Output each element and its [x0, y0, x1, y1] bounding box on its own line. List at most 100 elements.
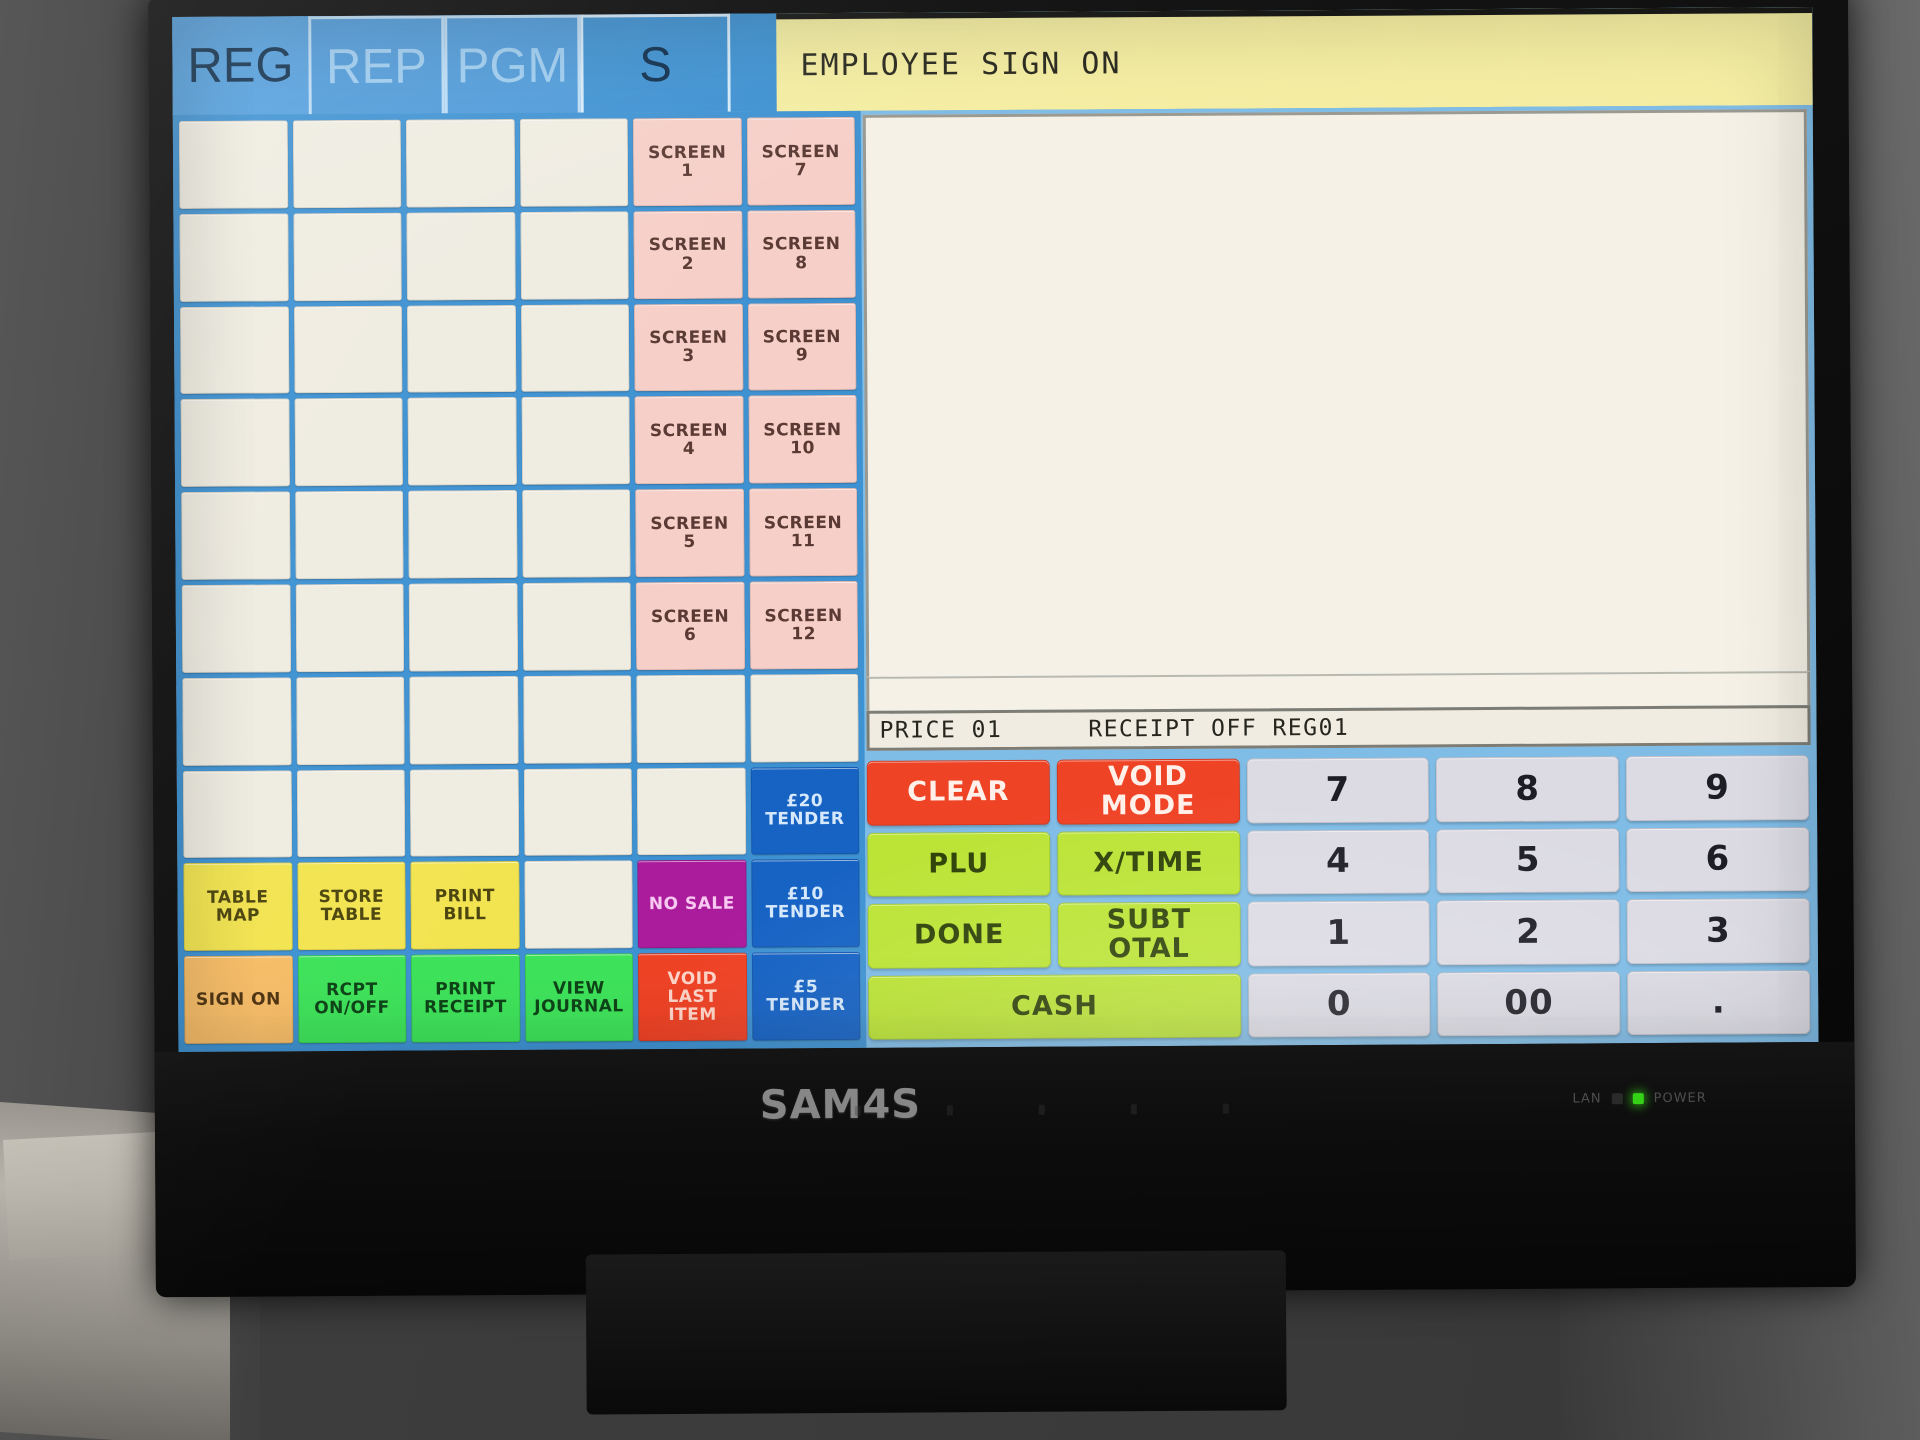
- menu-key-empty[interactable]: [523, 767, 633, 857]
- keypad-key-00[interactable]: 00: [1437, 970, 1621, 1037]
- keypad-key-void-mode-line-0: VOID: [1107, 760, 1189, 792]
- mode-tab-pgm[interactable]: PGM: [444, 14, 581, 114]
- mode-tab-s[interactable]: S: [580, 13, 731, 113]
- menu-key-gbp5-tender-line-0: £5: [793, 976, 819, 998]
- keypad-key-4[interactable]: 4: [1246, 828, 1430, 895]
- menu-key-no-sale[interactable]: NO SALE: [637, 859, 747, 949]
- menu-key-rcpt-on-off[interactable]: RCPT ON/OFF: [297, 954, 407, 1044]
- mode-tab-rep-label: REP: [325, 39, 428, 94]
- menu-key-screen-4[interactable]: SCREEN 4: [634, 395, 744, 485]
- pos-screen: REG REP PGM S EMPLOYEE SIGN ON SCREEN 1 …: [172, 7, 1819, 1053]
- menu-key-screen-12[interactable]: SCREEN 12: [749, 580, 859, 670]
- menu-key-screen-2[interactable]: SCREEN 2: [633, 210, 743, 299]
- menu-key-gbp5-tender[interactable]: £5 TENDER: [751, 952, 861, 1041]
- keypad-key-subt-otal[interactable]: SUBT OTAL: [1057, 901, 1241, 968]
- menu-key-empty[interactable]: [406, 304, 516, 394]
- menu-key-empty[interactable]: [408, 582, 518, 672]
- menu-key-empty[interactable]: [295, 676, 405, 765]
- keypad-key-6[interactable]: 6: [1626, 826, 1810, 893]
- menu-key-empty[interactable]: [519, 211, 629, 300]
- menu-key-screen-7[interactable]: SCREEN 7: [746, 116, 856, 206]
- menu-key-screen-4-line-1: 4: [682, 439, 696, 460]
- menu-key-table-map[interactable]: TABLE MAP: [183, 862, 293, 952]
- keypad-key-7[interactable]: 7: [1246, 757, 1430, 824]
- menu-key-void-last-item[interactable]: VOID LAST ITEM: [637, 952, 747, 1042]
- menu-key-view-journal[interactable]: VIEW JOURNAL: [524, 953, 634, 1042]
- keypad-key-clear[interactable]: CLEAR: [866, 759, 1050, 826]
- menu-key-sign-on[interactable]: SIGN ON: [183, 955, 293, 1045]
- menu-key-empty[interactable]: [181, 584, 291, 673]
- keypad-key-2-line-0: 2: [1516, 911, 1542, 952]
- menu-key-empty[interactable]: [407, 397, 517, 486]
- menu-key-empty[interactable]: [294, 398, 404, 487]
- menu-key-empty[interactable]: [523, 860, 633, 950]
- menu-key-screen-1[interactable]: SCREEN 1: [632, 117, 742, 207]
- menu-key-empty[interactable]: [295, 583, 405, 673]
- keypad-key-8[interactable]: 8: [1436, 756, 1620, 822]
- keypad-key-plu[interactable]: PLU: [867, 831, 1051, 897]
- keypad-key-x-time[interactable]: X/TIME: [1056, 830, 1241, 896]
- menu-key-gbp20-tender[interactable]: £20 TENDER: [750, 766, 860, 855]
- menu-key-empty[interactable]: [522, 582, 632, 671]
- keypad-key-void-mode[interactable]: VOID MODE: [1056, 758, 1240, 825]
- menu-key-empty[interactable]: [179, 213, 289, 302]
- menu-key-screen-11[interactable]: SCREEN 11: [748, 488, 858, 577]
- menu-key-empty[interactable]: [520, 396, 631, 486]
- mode-tab-reg[interactable]: REG: [172, 16, 309, 116]
- menu-key-empty[interactable]: [408, 490, 518, 579]
- menu-key-empty[interactable]: [182, 677, 292, 766]
- menu-key-empty[interactable]: [519, 118, 629, 207]
- keypad-key-cash[interactable]: CASH: [868, 973, 1242, 1040]
- bezel-vents: [854, 1103, 1275, 1122]
- menu-key-empty[interactable]: [405, 118, 515, 208]
- menu-key-print-receipt[interactable]: PRINT RECEIPT: [410, 954, 520, 1043]
- menu-key-empty[interactable]: [636, 767, 746, 856]
- menu-key-store-table[interactable]: STORE TABLE: [296, 862, 406, 951]
- menu-key-empty[interactable]: [178, 120, 288, 209]
- menu-key-empty[interactable]: [292, 212, 402, 301]
- keypad-key-5[interactable]: 5: [1436, 827, 1620, 894]
- menu-key-empty[interactable]: [181, 491, 291, 581]
- menu-key-print-bill[interactable]: PRINT BILL: [410, 861, 520, 950]
- menu-key-screen-8-line-1: 8: [795, 252, 808, 273]
- keypad-key-0[interactable]: 0: [1247, 971, 1431, 1038]
- keypad-key-3[interactable]: 3: [1626, 898, 1810, 964]
- indicator-led-group: LAN POWER: [1572, 1091, 1706, 1107]
- keypad-key-done[interactable]: DONE: [867, 902, 1051, 969]
- receipt-scroll-strip[interactable]: [866, 671, 1811, 711]
- menu-key-empty[interactable]: [636, 674, 746, 763]
- menu-key-empty[interactable]: [179, 305, 289, 395]
- menu-key-empty[interactable]: [522, 675, 632, 764]
- keypad-key-dot[interactable]: .: [1627, 969, 1811, 1036]
- menu-key-screen-5-line-0: SCREEN: [650, 513, 729, 534]
- status-bar-text: EMPLOYEE SIGN ON: [800, 45, 1122, 83]
- menu-key-screen-10-line-1: 10: [790, 438, 815, 459]
- menu-key-screen-9[interactable]: SCREEN 9: [747, 302, 857, 391]
- menu-key-empty[interactable]: [182, 769, 292, 859]
- menu-key-empty[interactable]: [293, 305, 403, 394]
- bezel-vent-slot: [854, 1105, 861, 1116]
- keypad-key-1[interactable]: 1: [1247, 900, 1431, 967]
- keypad-key-3-line-0: 3: [1705, 910, 1731, 951]
- bezel-vent-slot: [1130, 1104, 1137, 1115]
- menu-key-empty[interactable]: [521, 489, 631, 578]
- menu-key-screen-8[interactable]: SCREEN 8: [746, 209, 856, 299]
- keypad-key-2[interactable]: 2: [1436, 899, 1621, 965]
- menu-key-empty[interactable]: [749, 673, 859, 763]
- menu-key-screen-3[interactable]: SCREEN 3: [633, 303, 743, 392]
- mode-tab-rep[interactable]: REP: [308, 15, 445, 115]
- menu-key-empty[interactable]: [294, 490, 404, 580]
- menu-key-gbp10-tender[interactable]: £10 TENDER: [750, 859, 860, 948]
- menu-key-empty[interactable]: [292, 119, 402, 209]
- keypad-key-9[interactable]: 9: [1625, 755, 1810, 821]
- menu-key-empty[interactable]: [180, 398, 290, 488]
- menu-key-screen-10[interactable]: SCREEN 10: [747, 395, 858, 484]
- menu-key-empty[interactable]: [520, 303, 630, 393]
- menu-key-screen-6[interactable]: SCREEN 6: [635, 581, 745, 671]
- menu-key-empty[interactable]: [406, 211, 516, 301]
- receipt-display[interactable]: [862, 109, 1811, 677]
- menu-key-empty[interactable]: [409, 768, 519, 858]
- menu-key-empty[interactable]: [296, 769, 406, 858]
- menu-key-screen-5[interactable]: SCREEN 5: [635, 488, 745, 578]
- menu-key-empty[interactable]: [409, 675, 519, 765]
